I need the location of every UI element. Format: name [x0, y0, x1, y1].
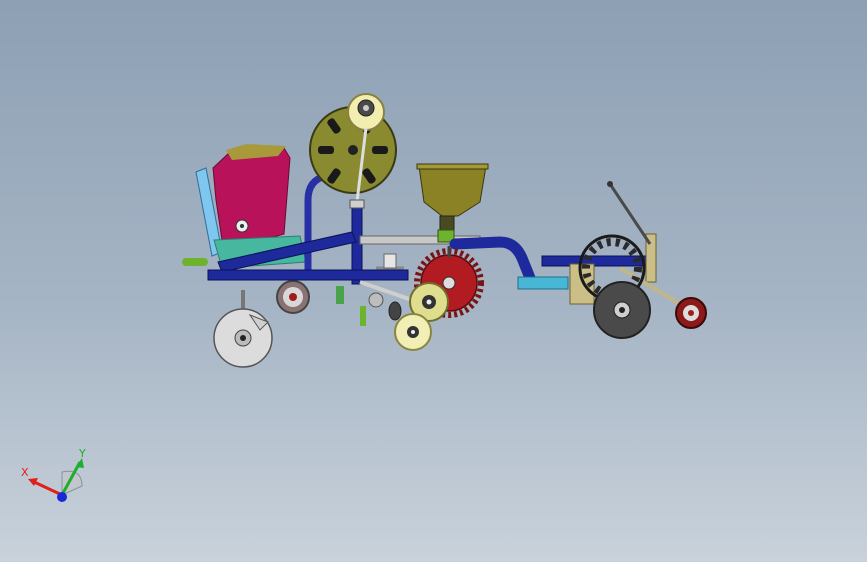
- film-support-arm: [304, 172, 327, 270]
- rear-disc[interactable]: [593, 281, 651, 339]
- fertilizer-box[interactable]: [212, 144, 291, 245]
- front-disc[interactable]: [213, 290, 273, 368]
- coordinate-triad[interactable]: X Y: [10, 440, 100, 510]
- small-front-wheel[interactable]: [276, 280, 310, 314]
- y-axis-label: Y: [78, 447, 86, 460]
- cad-viewport[interactable]: X Y: [0, 0, 867, 562]
- x-axis-label: X: [21, 466, 29, 479]
- x-axis-line: [31, 479, 63, 497]
- seed-hopper[interactable]: [416, 163, 489, 243]
- covering-wheel[interactable]: [394, 313, 432, 351]
- planter-machine-model[interactable]: [0, 0, 867, 562]
- z-axis-dot: [57, 492, 67, 502]
- tail-wheel[interactable]: [675, 297, 707, 329]
